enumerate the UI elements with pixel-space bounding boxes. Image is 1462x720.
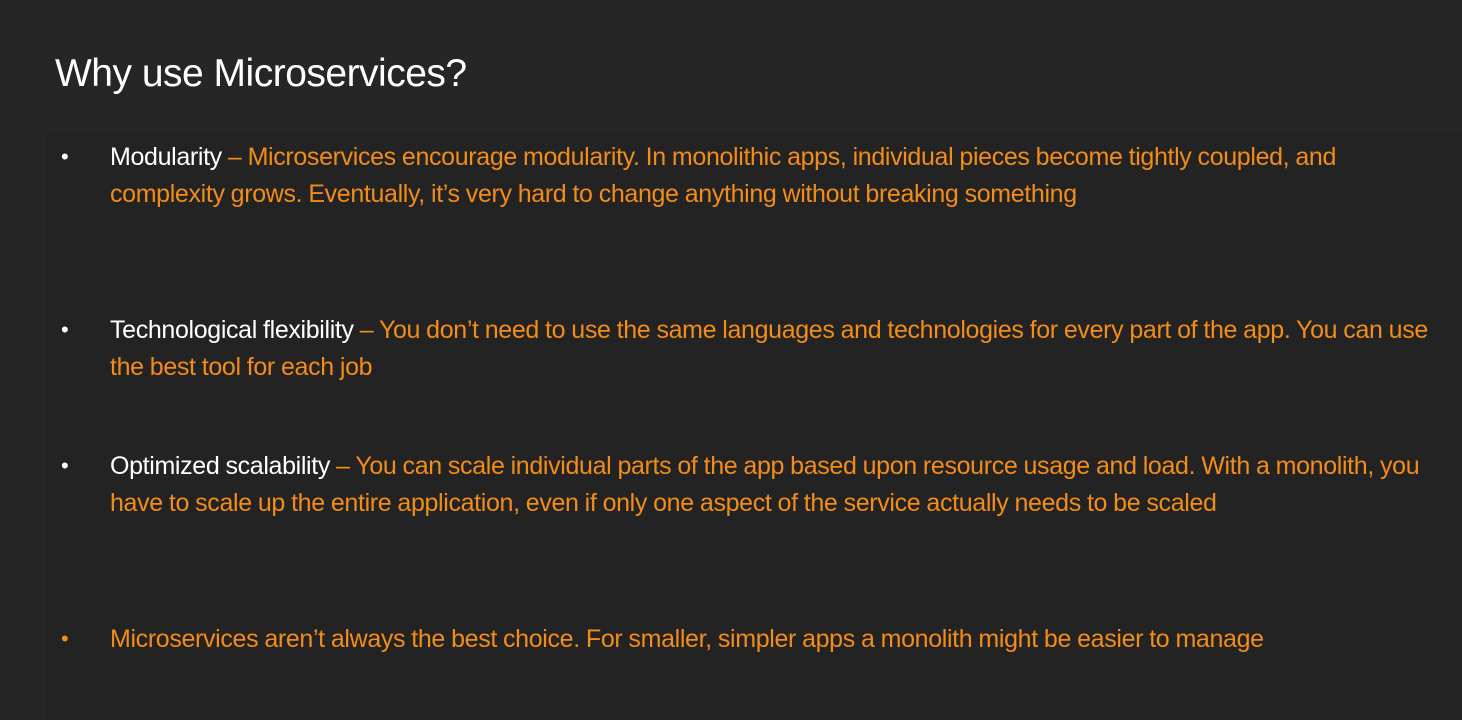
- bullet-term: Technological flexibility: [110, 316, 354, 344]
- bullet-description: Microservices encourage modularity. In m…: [110, 143, 1337, 208]
- slide-title: Why use Microservices?: [55, 52, 467, 95]
- bullet-separator: –: [221, 143, 248, 171]
- bullet-separator: –: [330, 452, 356, 480]
- bullet-text: Microservices aren’t always the best cho…: [110, 621, 1450, 658]
- bullet-dot-icon: •: [61, 317, 69, 342]
- content-panel: • Modularity – Microservices encourage m…: [46, 133, 1462, 720]
- bullet-text: Optimized scalability – You can scale in…: [110, 448, 1450, 521]
- bullet-dot-icon: •: [61, 626, 69, 651]
- bullet-term: Optimized scalability: [110, 452, 331, 480]
- bullet-dot-icon: •: [61, 453, 69, 478]
- bullet-text: Modularity – Microservices encourage mod…: [110, 139, 1450, 212]
- bullet-term: Modularity: [110, 143, 222, 171]
- bullet-description: Microservices aren’t always the best cho…: [110, 625, 1264, 653]
- bullet-separator: –: [353, 316, 379, 344]
- bullet-dot-icon: •: [61, 144, 69, 169]
- bullet-text: Technological flexibility – You don’t ne…: [110, 312, 1450, 385]
